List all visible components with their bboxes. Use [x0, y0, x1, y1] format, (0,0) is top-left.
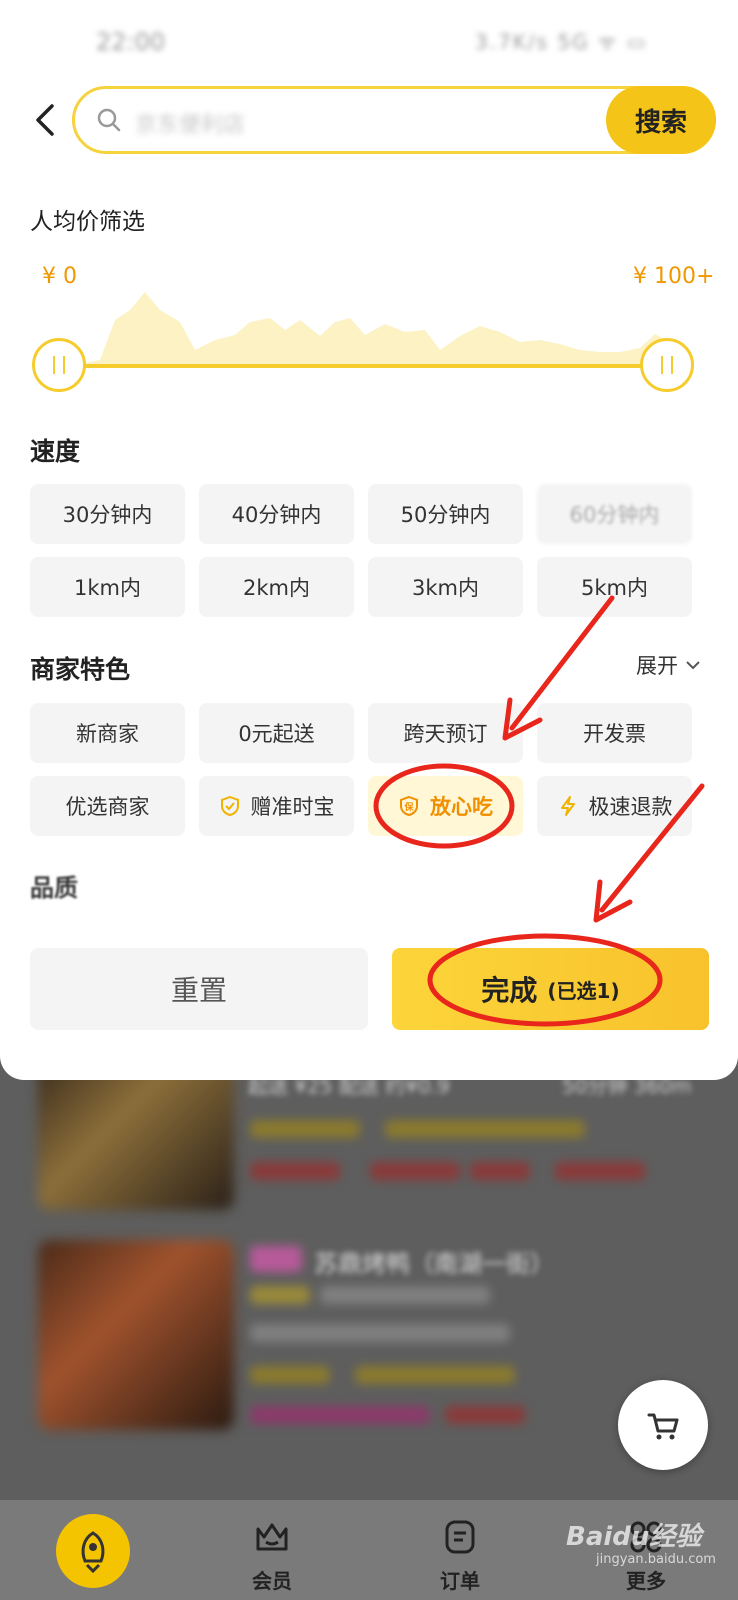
shield-badge-icon: 保 [400, 795, 418, 817]
back-button[interactable] [28, 100, 68, 140]
discount-tag [370, 1162, 460, 1180]
chip-distance[interactable]: 3km内 [368, 557, 523, 617]
speed-title: 速度 [30, 437, 81, 466]
chip-label: 极速退款 [588, 795, 673, 819]
price-distribution-graph [70, 292, 680, 366]
tab-orders[interactable]: 订单 [400, 1500, 520, 1600]
cart-icon [647, 1413, 679, 1440]
chip-speed[interactable]: 40分钟内 [199, 484, 354, 544]
chip-feature[interactable]: 开发票 [537, 703, 692, 763]
expand-label: 展开 [636, 654, 678, 678]
search-bar[interactable]: 京东便利店 搜索 [72, 86, 716, 154]
status-indicators: 3.7K/s 5G ᯤ ▭ [475, 30, 648, 54]
status-time: 22:00 [96, 28, 166, 56]
price-filter-title: 人均价筛选 [30, 209, 145, 235]
chip-label: 赠准时宝 [250, 795, 335, 819]
chip-feature[interactable]: 新商家 [30, 703, 185, 763]
search-input[interactable]: 京东便利店 [135, 107, 245, 139]
status-bar: 22:00 3.7K/s 5G ᯤ ▭ [0, 28, 738, 64]
slider-handle-max[interactable] [640, 338, 694, 392]
chip-distance[interactable]: 2km内 [199, 557, 354, 617]
tab-home[interactable] [56, 1514, 130, 1588]
store-badge [250, 1246, 302, 1272]
promo-tag [385, 1120, 585, 1138]
discount-tag [250, 1406, 430, 1424]
chip-feature-refund[interactable]: 极速退款 [537, 776, 692, 836]
store-thumbnail [38, 1060, 234, 1210]
tab-label: 订单 [440, 1569, 480, 1593]
chip-feature-ontime[interactable]: 赠准时宝 [199, 776, 354, 836]
search-button[interactable]: 搜索 [606, 86, 716, 154]
slider-handle-min[interactable] [32, 338, 86, 392]
watermark-url: jingyan.baidu.com [596, 1552, 716, 1567]
quality-title: 品质 [30, 874, 78, 902]
slider-track [70, 364, 680, 368]
chip-speed[interactable]: 50分钟内 [368, 484, 523, 544]
shield-check-icon [220, 795, 239, 817]
chevron-down-icon [686, 661, 700, 670]
expand-button[interactable]: 展开 [636, 650, 704, 680]
store-meta [250, 1324, 510, 1342]
chip-feature-selected[interactable]: 保 放心吃 [368, 776, 523, 836]
chip-distance[interactable]: 5km内 [537, 557, 692, 617]
watermark-logo: Baidu经验 [566, 1522, 702, 1552]
selected-count: (已选1) [547, 978, 620, 1003]
promo-tag [250, 1366, 330, 1384]
chip-feature[interactable]: 0元起送 [199, 703, 354, 763]
chip-speed[interactable]: 30分钟内 [30, 484, 185, 544]
grip-icon [661, 356, 673, 374]
chip-feature[interactable]: 跨天预订 [368, 703, 523, 763]
chevron-left-icon [36, 104, 54, 136]
search-icon [97, 108, 121, 132]
tab-member[interactable]: 会员 [212, 1500, 332, 1600]
order-icon [445, 1520, 475, 1554]
chip-speed[interactable]: 60分钟内 [537, 484, 692, 544]
rocket-icon [81, 1531, 105, 1573]
discount-tag [250, 1162, 340, 1180]
discount-tag [445, 1406, 525, 1424]
chip-feature[interactable]: 优选商家 [30, 776, 185, 836]
filter-sheet: 22:00 3.7K/s 5G ᯤ ▭ 京东便利店 搜索 人均价筛选 ¥ 0 ¥… [0, 0, 738, 1080]
reset-button[interactable]: 重置 [30, 948, 368, 1030]
chip-label: 放心吃 [430, 795, 493, 819]
done-button[interactable]: 完成 (已选1) [392, 948, 709, 1030]
promo-tag [355, 1366, 515, 1384]
store-thumbnail [38, 1240, 234, 1430]
price-range-slider[interactable] [30, 280, 710, 410]
discount-tag [470, 1162, 530, 1180]
crown-icon [256, 1523, 288, 1551]
features-title: 商家特色 [30, 655, 131, 684]
grip-icon [53, 356, 65, 374]
done-label: 完成 [481, 974, 538, 1007]
store-meta [320, 1286, 490, 1304]
tab-label: 会员 [252, 1569, 292, 1593]
lightning-icon [560, 796, 575, 816]
discount-tag [555, 1162, 645, 1180]
store-name: 苏鼎烤鸭（南湖一街） [314, 1250, 554, 1278]
tab-label: 更多 [626, 1569, 666, 1593]
rating-tag [250, 1286, 310, 1304]
svg-text:保: 保 [403, 801, 414, 813]
cart-button[interactable] [618, 1380, 708, 1470]
promo-tag [250, 1120, 360, 1138]
chip-distance[interactable]: 1km内 [30, 557, 185, 617]
